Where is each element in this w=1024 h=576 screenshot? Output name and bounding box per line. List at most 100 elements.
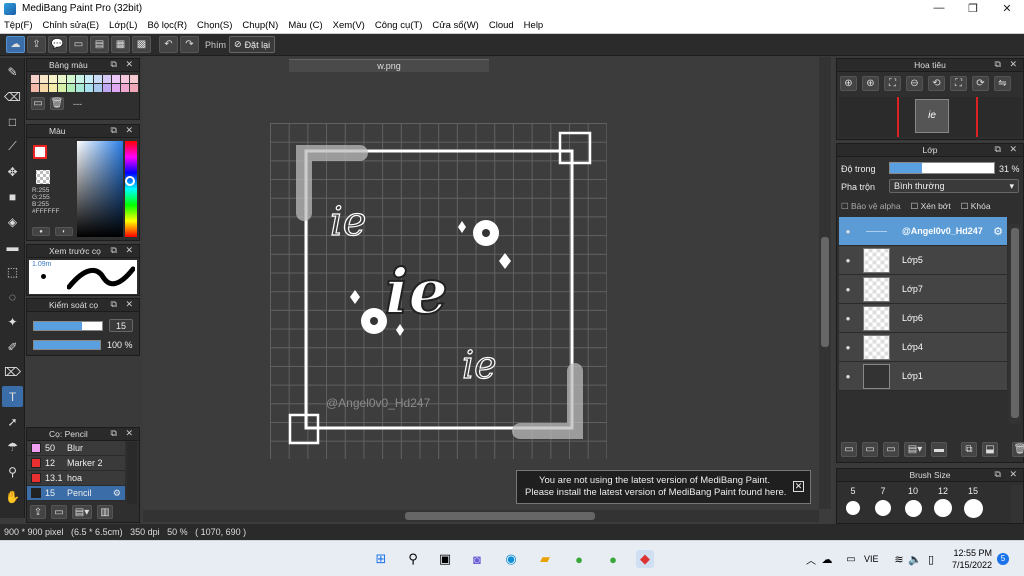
visibility-icon[interactable]: ● <box>839 285 857 294</box>
brush-size-15[interactable]: 15 <box>959 485 987 523</box>
chat-icon[interactable]: ◙ <box>468 550 486 568</box>
battery-icon[interactable]: ▯ <box>922 550 940 568</box>
hue-handle[interactable] <box>125 176 135 186</box>
search-icon[interactable]: ⚲ <box>404 550 422 568</box>
opacity-slider[interactable] <box>33 340 101 350</box>
layer-row[interactable]: ● Lớp1 <box>839 362 1007 391</box>
brush-list-item[interactable]: 13.1 hoa <box>27 471 125 486</box>
brush-list-scrollbar[interactable] <box>127 442 137 504</box>
merge-layer-icon[interactable]: ⬓ <box>982 442 998 457</box>
color-mode-button[interactable]: ● <box>32 227 50 236</box>
rotate-right-icon[interactable]: ⟳ <box>972 76 989 91</box>
panel-controls[interactable]: ⧉ ✕ <box>111 299 136 310</box>
brush-list-item[interactable]: 15 Pencil ⚙ <box>27 486 125 501</box>
share-icon[interactable]: ⇪ <box>27 36 46 53</box>
hand-tool-icon[interactable]: ✋ <box>2 486 23 507</box>
panel-controls[interactable]: ⧉ ✕ <box>995 144 1020 155</box>
grid-icon[interactable]: ▦ <box>111 36 130 53</box>
eyedropper-tool-icon[interactable]: ⚲ <box>2 461 23 482</box>
new-palette-icon[interactable]: ▭ <box>31 97 45 110</box>
menu-view[interactable]: Xem(V) <box>333 20 365 31</box>
panel-controls[interactable]: ⧉ ✕ <box>995 59 1020 70</box>
navigator-preview[interactable]: ie <box>839 97 1021 137</box>
edge-browser-icon[interactable]: ◉ <box>502 550 520 568</box>
file-explorer-icon[interactable]: ▰ <box>536 550 554 568</box>
panel-controls[interactable]: ⧉ ✕ <box>111 245 136 256</box>
artwork-canvas[interactable]: ie ie ie @Angel0v0_Hd247 <box>270 123 607 459</box>
size-value[interactable]: 15 <box>109 319 133 332</box>
palette-swatch[interactable] <box>112 75 120 83</box>
document-icon[interactable]: ▤ <box>90 36 109 53</box>
folder-icon[interactable]: ▬ <box>931 442 947 457</box>
horizontal-scrollbar[interactable] <box>143 510 819 522</box>
magic-wand-tool-icon[interactable]: ✦ <box>2 311 23 332</box>
menu-select[interactable]: Chọn(S) <box>197 20 232 31</box>
vertical-scrollbar[interactable] <box>819 57 831 509</box>
fit-screen-icon[interactable]: ⛶ <box>950 76 967 91</box>
trash-icon[interactable]: 🗑 <box>50 97 64 110</box>
actual-size-icon[interactable]: ⛶ <box>884 76 901 91</box>
zoom-out-icon[interactable]: ⊖ <box>906 76 923 91</box>
visibility-icon[interactable]: ● <box>839 227 857 236</box>
gear-icon[interactable]: ⚙ <box>113 488 121 499</box>
blend-mode-select[interactable]: Bình thường ▾ <box>889 179 1019 193</box>
hue-slider[interactable] <box>125 141 137 237</box>
palette-swatch[interactable] <box>85 75 93 83</box>
menu-edit[interactable]: Chỉnh sửa(E) <box>43 20 100 31</box>
menu-snap[interactable]: Chụp(N) <box>242 20 278 31</box>
onedrive-icon[interactable]: ☁ <box>818 550 836 568</box>
visibility-icon[interactable]: ● <box>839 343 857 352</box>
menu-tools[interactable]: Công cụ(T) <box>375 20 423 31</box>
palette-swatch[interactable] <box>40 75 48 83</box>
brush-tool-icon[interactable]: ✎ <box>2 61 23 82</box>
palette-swatch[interactable] <box>121 84 129 92</box>
brush-add-icon[interactable]: ▤▾ <box>72 505 92 519</box>
gear-icon[interactable]: ⚙ <box>993 225 1003 238</box>
app-icon-2[interactable]: ● <box>604 550 622 568</box>
palette-swatch[interactable] <box>58 84 66 92</box>
layer-row[interactable]: ● Lớp4 <box>839 333 1007 362</box>
eraser-tool-icon[interactable]: ⌫ <box>2 86 23 107</box>
protect-alpha-checkbox[interactable]: ☐ Bảo vệ alpha <box>841 201 901 212</box>
menu-layer[interactable]: Lớp(L) <box>109 20 137 31</box>
panel-controls[interactable]: ⧉ ✕ <box>111 428 136 439</box>
brush-size-10[interactable]: 10 <box>899 485 927 523</box>
palette-swatch[interactable] <box>67 84 75 92</box>
reset-button[interactable]: ⊘ Đặt lại <box>229 36 276 53</box>
select-pen-tool-icon[interactable]: ✐ <box>2 336 23 357</box>
notification-badge[interactable]: 5 <box>997 553 1009 565</box>
brush-settings-icon[interactable]: ▥ <box>97 505 113 519</box>
panel-controls[interactable]: ⧉ ✕ <box>111 125 136 136</box>
menu-cloud[interactable]: Cloud <box>489 20 514 31</box>
task-view-icon[interactable]: ▣ <box>436 550 454 568</box>
lock-checkbox[interactable]: ☐ Khóa <box>961 201 991 212</box>
select-rect-tool-icon[interactable]: ⬚ <box>2 261 23 282</box>
menu-color[interactable]: Màu (C) <box>288 20 322 31</box>
redo-icon[interactable]: ↷ <box>180 36 199 53</box>
menu-window[interactable]: Cửa sổ(W) <box>432 20 478 31</box>
notification-close-icon[interactable]: ✕ <box>793 481 804 492</box>
line-tool-icon[interactable]: ⟋ <box>2 136 23 157</box>
palette-swatch[interactable] <box>31 75 39 83</box>
brush-size-7[interactable]: 7 <box>869 485 897 523</box>
visibility-icon[interactable]: ● <box>839 256 857 265</box>
panel-controls[interactable]: ⧉ ✕ <box>111 59 136 70</box>
keyboard-icon[interactable]: ▭ <box>842 550 860 568</box>
text-tool-icon[interactable]: T <box>2 386 23 407</box>
bucket-tool-icon[interactable]: ◈ <box>2 211 23 232</box>
clipping-checkbox[interactable]: ☐ Xén bớt <box>911 201 951 212</box>
palette-swatch[interactable] <box>76 84 84 92</box>
palette-swatch[interactable] <box>130 75 138 83</box>
operation-tool-icon[interactable]: ➚ <box>2 411 23 432</box>
brush-size-5[interactable]: 5 <box>839 485 867 523</box>
fill-rect-tool-icon[interactable]: ■ <box>2 186 23 207</box>
palette-swatch[interactable] <box>130 84 138 92</box>
rect-tool-icon[interactable]: □ <box>2 111 23 132</box>
select-eraser-tool-icon[interactable]: ⌦ <box>2 361 23 382</box>
visibility-icon[interactable]: ● <box>839 372 857 381</box>
new-layer-icon[interactable]: ▭ <box>841 442 857 457</box>
menu-file[interactable]: Tệp(F) <box>4 20 33 31</box>
size-slider[interactable] <box>33 321 103 331</box>
tiles-icon[interactable]: ▩ <box>132 36 151 53</box>
new-layer-1bit-icon[interactable]: ▭ <box>883 442 899 457</box>
